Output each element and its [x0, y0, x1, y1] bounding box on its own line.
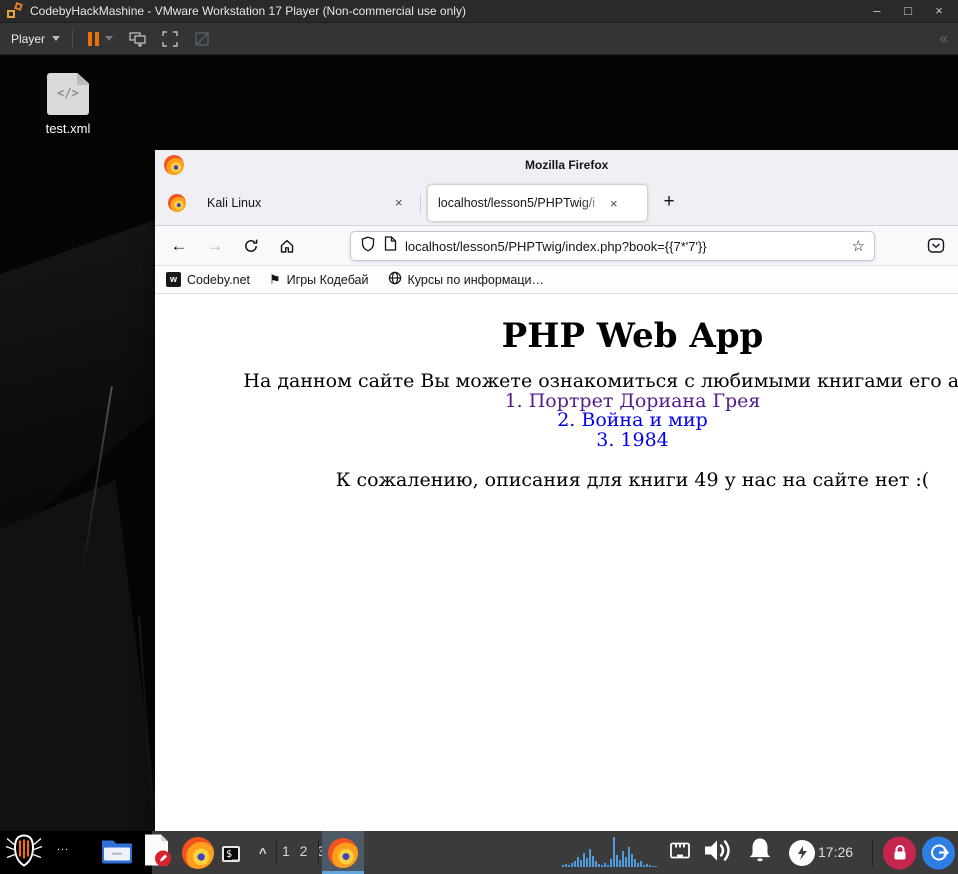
player-menu-button[interactable]: Player [0, 23, 72, 54]
toolbar-divider [72, 29, 74, 48]
globe-icon [388, 271, 402, 288]
bookmark-label: Codeby.net [187, 272, 251, 287]
shield-icon[interactable] [360, 236, 376, 257]
bookmark-star-icon[interactable]: ☆ [852, 239, 865, 254]
toolbar-collapse-button[interactable]: « [940, 30, 958, 47]
tab-bar: Kali Linux × localhost/lesson5/PHPTwig/i… [155, 180, 958, 226]
terminal-icon: $_ [222, 845, 241, 862]
desktop-icon-test-xml[interactable]: </> test.xml [28, 73, 108, 136]
vmware-logo-icon [6, 2, 23, 19]
close-button[interactable]: × [928, 0, 950, 22]
vmware-toolbar: Player « [0, 23, 958, 55]
desktop-icon-label: test.xml [45, 121, 91, 136]
tab-kali-linux[interactable]: Kali Linux × [155, 180, 420, 226]
network-graph [562, 833, 660, 872]
taskbar-divider [318, 839, 319, 866]
fullscreen-button[interactable] [162, 30, 178, 47]
volume-tray-icon[interactable] [702, 835, 734, 870]
lock-screen-button[interactable] [883, 836, 916, 869]
terminal-launcher-button[interactable]: $_ [222, 844, 241, 862]
tab-favicon [168, 194, 186, 212]
back-button[interactable]: ← [167, 234, 191, 258]
taskbar-divider [276, 839, 277, 866]
wallpaper-facet [0, 480, 160, 831]
unity-mode-button-disabled [194, 31, 210, 47]
bookmark-codeby[interactable]: w Codeby.net [166, 272, 250, 287]
bookmark-courses[interactable]: Курсы по информаци… [388, 271, 545, 288]
bookmark-label: Курсы по информаци… [407, 272, 545, 287]
maximize-button[interactable]: □ [897, 0, 919, 22]
tab-title: Kali Linux [207, 196, 262, 210]
navigation-bar: ← → ☆ [155, 226, 958, 266]
page-info-icon[interactable] [384, 236, 397, 256]
player-menu-label: Player [11, 31, 46, 46]
tab-divider [420, 194, 421, 213]
codeby-icon: w [166, 272, 181, 287]
tab-title: localhost/lesson5/PHPTwig/i [438, 196, 596, 210]
firefox-icon [328, 837, 358, 868]
firefox-task-button-active[interactable] [322, 831, 364, 874]
firefox-window-title: Mozilla Firefox [525, 158, 609, 172]
kali-menu-button[interactable] [3, 832, 45, 873]
pocket-save-icon[interactable] [927, 237, 945, 259]
book-link-2[interactable]: 2. Война и мир [155, 410, 958, 431]
firefox-titlebar[interactable]: Mozilla Firefox [155, 150, 958, 180]
flag-icon: ⚑ [269, 272, 281, 287]
book-links: 1. Портрет Дориана Грея 2. Война и мир 3… [155, 391, 958, 451]
url-input[interactable] [405, 238, 844, 254]
firefox-launcher-button[interactable] [182, 836, 214, 869]
tab-close-icon[interactable]: × [610, 196, 618, 211]
notifications-tray-icon[interactable] [745, 835, 775, 870]
clock[interactable]: 17:26 [818, 844, 853, 860]
firefox-window: Mozilla Firefox Kali Linux × localhost/l… [155, 150, 958, 831]
forward-button: → [206, 235, 224, 255]
new-tab-button[interactable]: + [655, 189, 683, 217]
reload-button[interactable] [239, 234, 263, 258]
vmware-window-title: CodebyHackMashine - VMware Workstation 1… [30, 4, 466, 18]
bookmark-label: Игры Кодебай [286, 272, 369, 287]
taskbar: ... $_ ^ 1 2 3 4 [0, 831, 958, 874]
web-page: PHP Web App На данном сайте Вы можете оз… [155, 294, 958, 831]
network-tray-icon[interactable] [668, 839, 692, 866]
firefox-logo-icon [164, 155, 184, 175]
taskbar-divider [872, 839, 873, 866]
page-message-text: К сожалению, описания для книги 49 у нас… [335, 469, 930, 491]
book-link-3[interactable]: 3. 1984 [155, 430, 958, 451]
page-title: PHP Web App [501, 316, 764, 356]
suspend-vm-button[interactable] [88, 31, 100, 46]
tab-close-icon[interactable]: × [395, 195, 403, 210]
vm-desktop: </> test.xml Mozilla Firefox Kali Linux … [0, 55, 958, 831]
vmware-window: CodebyHackMashine - VMware Workstation 1… [0, 0, 958, 874]
url-bar[interactable]: ☆ [350, 231, 875, 261]
logout-button[interactable] [922, 836, 955, 869]
bookmarks-bar: w Codeby.net ⚑ Игры Кодебай Курсы по инф… [155, 266, 958, 294]
tab-localhost-active[interactable]: localhost/lesson5/PHPTwig/i × [428, 185, 647, 221]
bookmark-games[interactable]: ⚑ Игры Кодебай [269, 273, 368, 287]
xml-file-icon: </> [47, 73, 89, 115]
home-button[interactable] [275, 234, 299, 258]
chevron-down-icon [52, 36, 61, 41]
send-ctrl-alt-del-button[interactable] [129, 31, 146, 47]
page-intro-text: На данном сайте Вы можете ознакомиться с… [243, 370, 958, 392]
suspend-options-chevron-icon[interactable] [105, 36, 114, 41]
file-manager-button[interactable] [100, 836, 134, 869]
panel-expand-button[interactable]: ^ [259, 845, 267, 860]
code-glyph: </> [57, 86, 79, 100]
vmware-titlebar: CodebyHackMashine - VMware Workstation 1… [0, 0, 958, 23]
minimize-button[interactable]: – [866, 0, 888, 22]
power-manager-tray-icon[interactable] [789, 839, 815, 866]
text-editor-button[interactable] [141, 833, 173, 872]
